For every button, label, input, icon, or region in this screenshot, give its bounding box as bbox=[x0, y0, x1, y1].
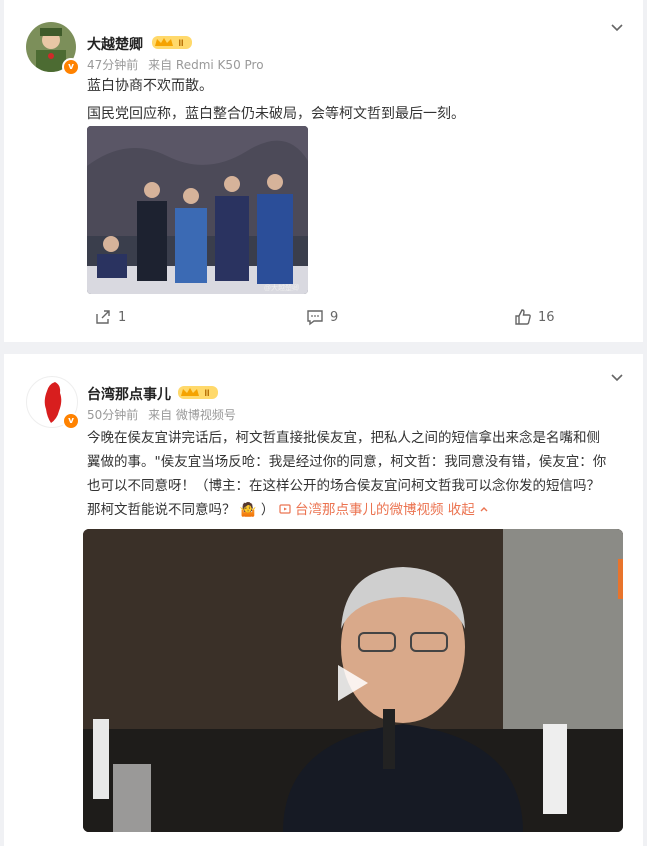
collapse-label: 收起 bbox=[447, 502, 475, 518]
post-source: 来自 微博视频号 bbox=[148, 408, 236, 422]
post-meta: 50分钟前 来自 微博视频号 bbox=[87, 406, 242, 423]
feed-card: v 台湾那点事儿 II 50分钟前 来自 微博视频号 今晚在侯友宜讲完话后，柯文… bbox=[4, 354, 643, 846]
verified-icon: v bbox=[62, 58, 80, 76]
post-meta: 47分钟前 来自 Redmi K50 Pro bbox=[87, 56, 270, 73]
level-badge-icon: II bbox=[178, 386, 218, 399]
post-text-line: 蓝白协商不欢而散。 bbox=[87, 78, 213, 94]
comment-count: 9 bbox=[330, 309, 339, 325]
comment-button[interactable]: 9 bbox=[306, 308, 338, 326]
image-watermark: @大越楚卿 bbox=[264, 283, 299, 292]
play-icon[interactable] bbox=[338, 665, 368, 701]
chevron-down-icon[interactable] bbox=[609, 20, 625, 36]
collapse-button[interactable]: 收起 bbox=[448, 502, 489, 518]
post-time[interactable]: 50分钟前 bbox=[87, 408, 138, 422]
chevron-up-icon bbox=[480, 507, 488, 512]
post-time[interactable]: 47分钟前 bbox=[87, 58, 138, 72]
post-text-fragment: ） bbox=[260, 502, 275, 518]
video-link-icon bbox=[279, 504, 291, 514]
post-text-line: 国民党回应称，蓝白整合仍未破局，会等柯文哲到最后一刻。 bbox=[87, 106, 465, 122]
post-text: 今晚在侯友宜讲完话后，柯文哲直接批侯友宜，把私人之间的短信拿出来念是名嘴和侧 翼… bbox=[87, 426, 627, 522]
thumbs-up-icon bbox=[515, 309, 531, 325]
shrug-emoji: 🤷 bbox=[239, 502, 257, 518]
share-count: 1 bbox=[118, 309, 127, 325]
video-link-label: 台湾那点事儿的微博视频 bbox=[295, 502, 444, 518]
video-link[interactable]: 台湾那点事儿的微博视频 bbox=[279, 502, 448, 518]
chevron-down-icon[interactable] bbox=[609, 370, 625, 386]
share-icon bbox=[96, 310, 110, 324]
feed-card: v 大越楚卿 II 47分钟前 来自 Redmi K50 Pro 蓝白协商不欢而… bbox=[4, 0, 643, 342]
video-player[interactable] bbox=[83, 529, 623, 832]
post-text-line: 今晚在侯友宜讲完话后，柯文哲直接批侯友宜，把私人之间的短信拿出来念是名嘴和侧 bbox=[87, 430, 600, 446]
username[interactable]: 台湾那点事儿 bbox=[87, 384, 171, 404]
like-button[interactable]: 16 bbox=[514, 308, 555, 326]
post-text-line: 翼做的事。"侯友宜当场反呛：我是经过你的同意，柯文哲：我同意没有错，侯友宜：你 bbox=[87, 454, 607, 470]
post-text-line-4: 那柯文哲能说不同意吗？ 🤷 ） 台湾那点事儿的微博视频 收起 bbox=[87, 498, 627, 522]
comment-icon bbox=[307, 310, 323, 326]
post-source: 来自 Redmi K50 Pro bbox=[148, 58, 264, 72]
post-text-fragment: 那柯文哲能说不同意吗？ bbox=[87, 502, 236, 518]
level-badge-icon: II bbox=[152, 36, 192, 49]
level-badge-text: II bbox=[204, 388, 209, 398]
post-text-line: 也可以不同意呀！（博主：在这样公开的场合侯友宜问柯文哲我可以念你发的短信吗？ bbox=[87, 478, 600, 494]
press-conference-photo: @大越楚卿 bbox=[87, 126, 308, 294]
level-badge-text: II bbox=[178, 38, 183, 48]
verified-icon: v bbox=[62, 412, 80, 430]
action-bar: 1 9 16 bbox=[4, 308, 643, 332]
share-button[interactable]: 1 bbox=[94, 308, 126, 326]
post-text: 蓝白协商不欢而散。 国民党回应称，蓝白整合仍未破局，会等柯文哲到最后一刻。 bbox=[87, 74, 465, 126]
username[interactable]: 大越楚卿 bbox=[87, 34, 143, 54]
like-count: 16 bbox=[538, 309, 555, 325]
post-image[interactable]: @大越楚卿 bbox=[87, 126, 308, 294]
